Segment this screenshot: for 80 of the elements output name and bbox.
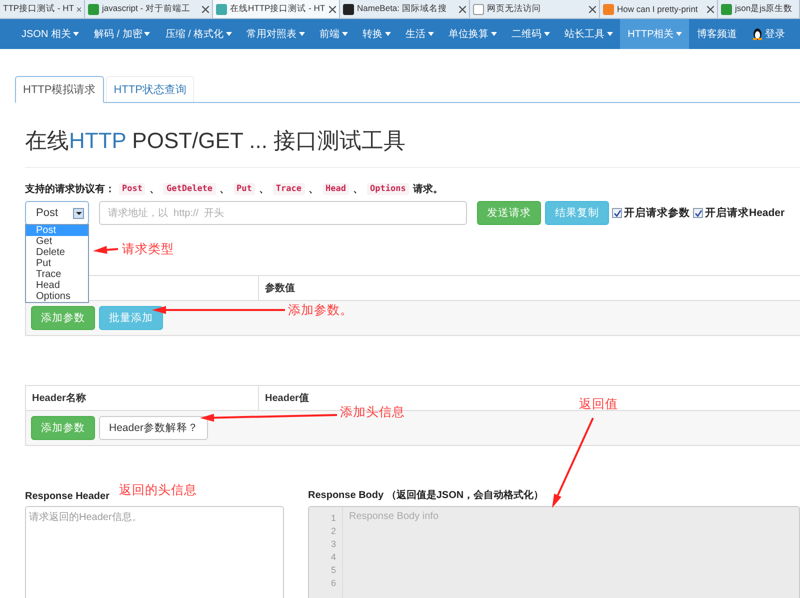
protocol-code: Trace bbox=[272, 183, 304, 195]
browser-tab[interactable]: 在线HTTP接口测试 - HT bbox=[213, 0, 340, 18]
column-header: Header值 bbox=[265, 392, 309, 405]
editor-placeholder: Response Body info bbox=[348, 510, 440, 524]
browser-tab[interactable]: How can I pretty-print bbox=[600, 0, 718, 18]
browser-tab[interactable]: TTP接口测试 - HT bbox=[0, 0, 85, 18]
favicon-icon bbox=[216, 4, 227, 14]
checkbox[interactable] bbox=[693, 208, 703, 218]
separator-text: 、 bbox=[149, 183, 160, 196]
annotation-text: 添加头信息 bbox=[340, 404, 405, 421]
response-header-field[interactable]: 请求返回的Header信息。 bbox=[25, 506, 284, 598]
response-header-label: Response Header bbox=[25, 490, 110, 502]
nav-item[interactable]: 前端 bbox=[312, 19, 356, 49]
response-body-editor[interactable]: 1 2 3 4 5 6 Response Body info bbox=[308, 506, 800, 598]
annotation-text: 请求类型 bbox=[122, 241, 174, 258]
dropdown-caret-icon bbox=[73, 208, 84, 218]
nav-item[interactable]: 单位换算 bbox=[441, 19, 504, 49]
separator-text: 、 bbox=[258, 183, 269, 196]
separator-text: 、 bbox=[308, 183, 318, 196]
close-icon[interactable] bbox=[329, 6, 336, 12]
method-option[interactable]: Post bbox=[26, 225, 88, 236]
protocol-label: 支持的请求协议有： bbox=[25, 182, 115, 196]
action-button[interactable]: 发送请求 bbox=[477, 201, 541, 225]
nav-item[interactable]: 博客频道 bbox=[689, 19, 744, 49]
annotation-text: 返回值 bbox=[579, 396, 618, 413]
annotation-text: 返回的头信息 bbox=[119, 482, 197, 499]
login-link[interactable]: 登录 bbox=[744, 19, 792, 49]
nav-item[interactable]: 生活 bbox=[398, 19, 442, 49]
separator-text: 、 bbox=[352, 183, 363, 196]
favicon-icon bbox=[88, 4, 99, 14]
protocol-code: GetDelete bbox=[163, 183, 216, 195]
nav-item[interactable]: 常用对照表 bbox=[239, 19, 312, 49]
nav-item[interactable]: HTTP相关 bbox=[620, 19, 690, 49]
nav-item[interactable]: 转换 bbox=[355, 19, 398, 49]
browser-tab[interactable]: NameBeta: 国际域名搜 bbox=[340, 0, 470, 18]
protocol-code: Post bbox=[119, 183, 146, 195]
browser-tab[interactable]: 网页无法访问 bbox=[470, 0, 600, 18]
line-number: 2 bbox=[330, 525, 337, 538]
response-body-label: Response Body （返回值是JSON，会自动格式化） bbox=[308, 488, 544, 502]
line-number: 6 bbox=[330, 577, 337, 590]
favicon-icon bbox=[473, 4, 484, 14]
close-icon[interactable] bbox=[589, 6, 596, 12]
nav-item[interactable]: 压缩 / 格式化 bbox=[158, 19, 240, 49]
page-tab[interactable]: HTTP状态查询 bbox=[106, 76, 194, 102]
page-tab[interactable]: HTTP模拟请求 bbox=[15, 76, 104, 103]
close-icon[interactable] bbox=[202, 6, 209, 12]
line-number: 1 bbox=[330, 512, 337, 525]
protocol-code: Put bbox=[234, 183, 255, 195]
page-title: 在线HTTP POST/GET ... 接口测试工具 bbox=[25, 126, 800, 168]
line-number: 3 bbox=[330, 538, 337, 551]
table-button[interactable]: 添加参数 bbox=[31, 306, 95, 330]
protocol-code: Options bbox=[366, 183, 409, 195]
close-icon[interactable] bbox=[459, 6, 466, 12]
checkbox[interactable] bbox=[612, 208, 622, 218]
nav-item[interactable]: 站长工具 bbox=[557, 19, 620, 49]
separator-text: 、 bbox=[220, 183, 230, 196]
nav-item[interactable]: 解码 / 加密 bbox=[86, 19, 158, 49]
browser-tab[interactable]: json是js原生数 bbox=[718, 0, 800, 18]
close-icon[interactable] bbox=[76, 6, 81, 12]
checkbox-label: 开启请求Header bbox=[705, 206, 785, 220]
annotation-arrow bbox=[93, 246, 118, 254]
checkbox-label: 开启请求参数 bbox=[624, 206, 690, 220]
table-button[interactable]: Header参数解释？ bbox=[99, 416, 208, 440]
penguin-icon bbox=[752, 28, 763, 40]
favicon-icon bbox=[721, 4, 732, 14]
annotation-text: 添加参数。 bbox=[288, 302, 353, 319]
column-header: 参数值 bbox=[265, 282, 295, 295]
nav-item[interactable]: 二维码 bbox=[504, 19, 558, 49]
favicon-icon bbox=[343, 4, 354, 14]
nav-item[interactable]: JSON 相关 bbox=[14, 19, 86, 49]
protocol-suffix: 请求。 bbox=[412, 182, 443, 196]
protocol-code: Head bbox=[322, 183, 349, 195]
favicon-icon bbox=[603, 4, 614, 14]
column-header: Header名称 bbox=[32, 392, 86, 405]
browser-tab[interactable]: javascript - 对于前端工 bbox=[85, 0, 213, 18]
table-button[interactable]: 添加参数 bbox=[31, 416, 95, 440]
line-number: 4 bbox=[330, 551, 337, 564]
url-input-field[interactable]: 请求地址，以 http:// 开头 bbox=[99, 201, 467, 225]
close-icon[interactable] bbox=[707, 6, 714, 12]
line-number: 5 bbox=[330, 564, 337, 577]
